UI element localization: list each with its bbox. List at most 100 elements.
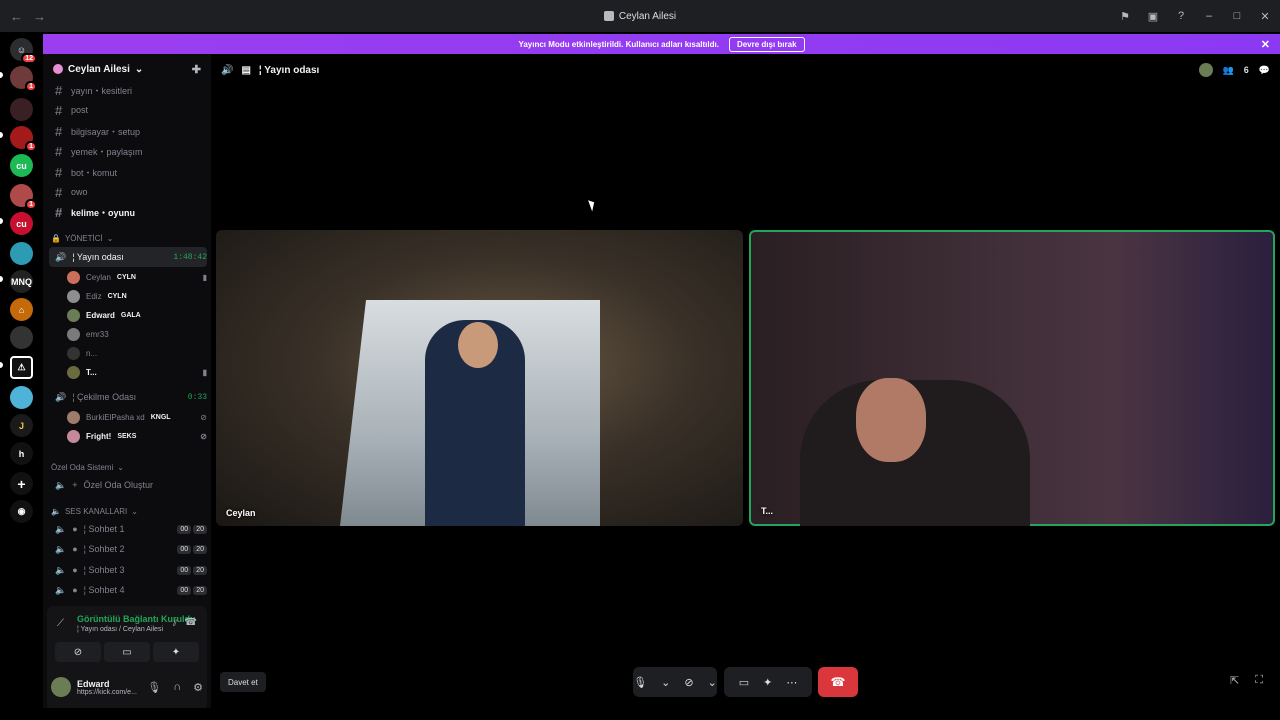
voice-user[interactable]: Ceylan CYLN ▮: [67, 268, 207, 286]
flag-icon[interactable]: ⚑: [1118, 9, 1132, 23]
add-server-icon[interactable]: +: [10, 472, 33, 495]
settings-gear-icon[interactable]: ⚙: [193, 681, 203, 694]
disconnect-icon[interactable]: ☎: [185, 617, 197, 628]
headphones-icon[interactable]: ∩: [173, 681, 181, 694]
tile-label: T...: [761, 506, 774, 516]
home-icon[interactable]: ☺ 12: [10, 38, 37, 64]
server-icon[interactable]: ⚠: [10, 356, 33, 379]
activities-button[interactable]: ✦: [153, 642, 199, 662]
discover-icon[interactable]: ◉: [10, 500, 33, 523]
screen-share-button[interactable]: ▭: [104, 642, 150, 662]
speaker-icon: 🔈: [55, 584, 67, 595]
chevron-down-icon[interactable]: ⌄: [708, 676, 717, 689]
channel-label: owo: [71, 187, 88, 197]
chevron-down-icon[interactable]: ⌄: [661, 676, 670, 689]
server-icon[interactable]: h: [10, 442, 33, 465]
text-channel[interactable]: # post: [49, 100, 207, 120]
voice-user[interactable]: Ediz CYLN: [67, 287, 207, 305]
forward-arrow-icon[interactable]: →: [33, 9, 46, 24]
server-icon[interactable]: J: [10, 414, 33, 437]
text-channel[interactable]: # bilgisayar・setup: [49, 121, 207, 141]
hang-up-button[interactable]: ☎: [818, 667, 858, 697]
voice-channel-sohbet[interactable]: 🔈 ● ¦ Sohbet 3 00 20: [49, 560, 207, 580]
help-icon[interactable]: ?: [1174, 9, 1188, 23]
minimize-icon[interactable]: –: [1202, 9, 1216, 23]
close-banner-icon[interactable]: ✕: [1261, 38, 1270, 51]
speaker-icon: 🔈: [51, 507, 61, 516]
guild-icon: [53, 64, 63, 74]
voice-channel-yayin[interactable]: 🔊 ¦ Yayın odası 1:48:42: [49, 247, 207, 267]
popout-icon[interactable]: ⇱: [1230, 674, 1239, 687]
channel-label: yayın・kesitleri: [71, 85, 133, 96]
avatar[interactable]: [51, 677, 71, 697]
text-channel[interactable]: # yemek・paylaşım: [49, 141, 207, 161]
voice-channel-sohbet[interactable]: 🔈 ● ¦ Sohbet 2 00 20: [49, 539, 207, 559]
avatar[interactable]: [1198, 63, 1213, 77]
text-channel[interactable]: # yayın・kesitleri: [49, 80, 207, 100]
text-channel[interactable]: # owo: [49, 182, 207, 202]
disable-streamer-mode-button[interactable]: Devre dışı bırak: [728, 36, 805, 52]
members-icon[interactable]: 👥: [1223, 65, 1234, 76]
server-icon[interactable]: [10, 386, 33, 409]
voice-channel-sohbet[interactable]: 🔈 ● ¦ Sohbet 1 00 20: [49, 519, 207, 539]
connection-status[interactable]: Görüntülü Bağlantı Kuruldu: [77, 614, 196, 624]
server-icon[interactable]: 1: [10, 66, 37, 92]
channel-label: ¦ Sohbet 2: [83, 544, 125, 554]
channel-sidebar: Ceylan Ailesi ⌄ ✚ # yayın・kesitleri # post…: [43, 54, 211, 710]
more-options-icon[interactable]: ⋯: [786, 676, 797, 689]
camera-off-icon[interactable]: ⊘: [684, 676, 693, 689]
voice-user[interactable]: n...: [67, 344, 207, 362]
maximize-icon[interactable]: □: [1230, 9, 1244, 23]
voice-user[interactable]: Fright! SEKS ⊘: [67, 427, 207, 445]
server-icon[interactable]: [10, 98, 33, 121]
activities-icon[interactable]: ✦: [763, 676, 772, 689]
back-arrow-icon[interactable]: ←: [10, 9, 23, 24]
hash-icon: #: [55, 164, 63, 180]
username: Edward: [77, 678, 110, 689]
server-icon[interactable]: MNQ: [10, 270, 33, 293]
invite-people-icon[interactable]: ✚: [192, 63, 201, 76]
server-rail: ☺ 12 1 1 cu 1 cu MNQ ⌂ ⚠ J h + ◉: [0, 32, 43, 708]
voice-user[interactable]: emr33: [67, 325, 207, 343]
voice-channel-sohbet[interactable]: 🔈 ● ¦ Sohbet 4 00 20: [49, 580, 207, 600]
voice-channel-cekilme[interactable]: 🔊 ¦ Çekilme Odası 0:33: [49, 387, 207, 407]
category-ozel[interactable]: Özel Oda Sistemi ⌄: [51, 463, 124, 472]
create-private-room[interactable]: 🔈 + Özel Oda Oluştur: [49, 475, 207, 495]
voice-user[interactable]: Edward GALA: [67, 306, 207, 324]
screen-icon[interactable]: ▣: [1146, 9, 1160, 23]
invite-button[interactable]: Davet et: [220, 672, 266, 692]
voice-user[interactable]: BurkiElPasha xd KNGL ⊘: [67, 408, 207, 426]
category-ses[interactable]: 🔈 SES KANALLARI ⌄: [51, 507, 138, 516]
channel-label: kelime・oyunu: [71, 207, 136, 218]
server-icon[interactable]: [10, 242, 33, 265]
server-icon[interactable]: [10, 326, 33, 349]
video-person-head: [856, 378, 926, 462]
plus-icon: +: [72, 480, 78, 490]
screen-share-icon[interactable]: ▭: [739, 676, 749, 689]
voice-user[interactable]: T... ▮: [67, 363, 207, 381]
server-icon[interactable]: cu: [10, 154, 33, 177]
server-icon[interactable]: ⌂: [10, 298, 33, 321]
chat-icon[interactable]: 💬: [1259, 65, 1270, 76]
user-status: https://kick.com/e...: [77, 688, 137, 696]
camera-off-button[interactable]: ⊘: [55, 642, 101, 662]
category-yonetici[interactable]: 🔒 YÖNETİCİ ⌄: [51, 234, 113, 243]
avatar: [67, 308, 80, 322]
close-window-icon[interactable]: ✕: [1258, 9, 1272, 23]
noise-suppression-icon[interactable]: ⫽: [173, 618, 177, 629]
server-icon[interactable]: 1: [10, 184, 37, 210]
server-icon[interactable]: 1: [10, 126, 37, 152]
video-icon: ▮: [202, 272, 207, 282]
mention-badge: 1: [25, 141, 37, 152]
signal-icon[interactable]: ⟋: [57, 618, 64, 629]
text-channel-unread[interactable]: # kelime・oyunu: [49, 202, 207, 222]
fullscreen-icon[interactable]: ⛶: [1255, 674, 1263, 687]
streamer-mode-banner: Yayıncı Modu etkinleştirildi. Kullanıcı …: [43, 34, 1280, 54]
server-icon[interactable]: cu: [10, 212, 33, 235]
microphone-icon[interactable]: 🎙: [633, 676, 647, 689]
channel-label: ¦ Sohbet 4: [83, 585, 125, 595]
voice-timer: 0:33: [187, 392, 207, 402]
microphone-icon[interactable]: 🎙: [147, 681, 161, 694]
text-channel[interactable]: # bot・komut: [49, 162, 207, 182]
video-icon: ▮: [202, 367, 207, 377]
